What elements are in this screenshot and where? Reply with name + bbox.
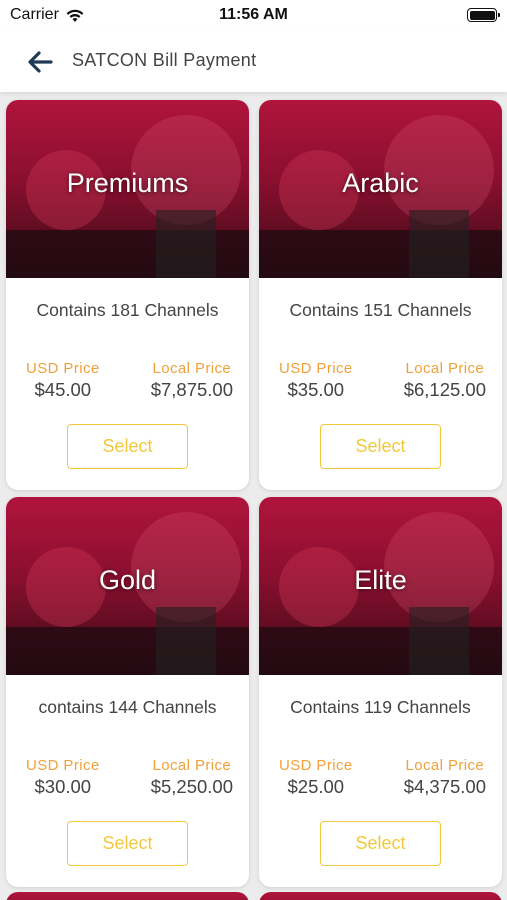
usd-price-value: $30.00 [34,776,92,797]
package-name: Gold [98,565,157,595]
package-banner-image: Elite [259,497,502,675]
battery-icon [467,8,500,22]
local-price-block: Local Price $4,375.00 [404,757,486,798]
local-price-label: Local Price [152,360,232,377]
channel-count: Contains 181 Channels [36,300,219,320]
local-price-block: Local Price $5,250.00 [151,757,233,798]
status-bar: Carrier 11:56 AM [0,0,507,32]
usd-price-block: USD Price $30.00 [26,757,100,798]
package-card-elite: Elite Contains 119 Channels USD Price $2… [259,497,502,887]
usd-price-block: USD Price $35.00 [279,360,353,401]
package-card-gold: Gold contains 144 Channels USD Price $30… [6,497,249,887]
usd-price-label: USD Price [26,360,100,377]
local-price-value: $6,125.00 [403,379,486,400]
usd-price-value: $25.00 [287,776,345,797]
page-title: SATCON Bill Payment [72,50,257,70]
package-banner-image: Premiums [6,100,249,278]
channel-count: Contains 119 Channels [290,697,471,717]
package-banner-image: Gold [6,497,249,675]
package-name: Arabic [342,168,419,198]
package-grid: Premiums Contains 181 Channels USD Price… [0,92,507,900]
select-button[interactable]: Select [67,821,188,866]
local-price-block: Local Price $6,125.00 [404,360,486,401]
local-price-label: Local Price [152,757,232,774]
local-price-label: Local Price [405,757,485,774]
local-price-value: $7,875.00 [150,379,233,400]
package-name: Elite [354,565,407,595]
usd-price-value: $35.00 [287,379,345,400]
package-name: Premiums [66,168,189,198]
select-button[interactable]: Select [67,424,188,469]
select-button[interactable]: Select [320,424,441,469]
status-time: 11:56 AM [219,6,288,23]
navigation-bar: SATCON Bill Payment [0,32,507,92]
usd-price-label: USD Price [26,757,100,774]
usd-price-block: USD Price $45.00 [26,360,100,401]
package-card-arabic: Arabic Contains 151 Channels USD Price $… [259,100,502,490]
package-card-partial [259,892,502,900]
usd-price-block: USD Price $25.00 [279,757,353,798]
package-card-partial [6,892,249,900]
arrow-left-icon [28,51,53,73]
channel-count: contains 144 Channels [38,697,217,717]
local-price-value: $4,375.00 [403,776,486,797]
local-price-label: Local Price [405,360,485,377]
local-price-block: Local Price $7,875.00 [151,360,233,401]
select-button[interactable]: Select [320,821,441,866]
channel-count: Contains 151 Channels [289,300,472,320]
battery-level [469,10,495,20]
usd-price-label: USD Price [279,757,353,774]
usd-price-label: USD Price [279,360,353,377]
package-card-premiums: Premiums Contains 181 Channels USD Price… [6,100,249,490]
back-button[interactable] [24,46,56,78]
usd-price-value: $45.00 [34,379,92,400]
local-price-value: $5,250.00 [150,776,233,797]
package-banner-image: Arabic [259,100,502,278]
